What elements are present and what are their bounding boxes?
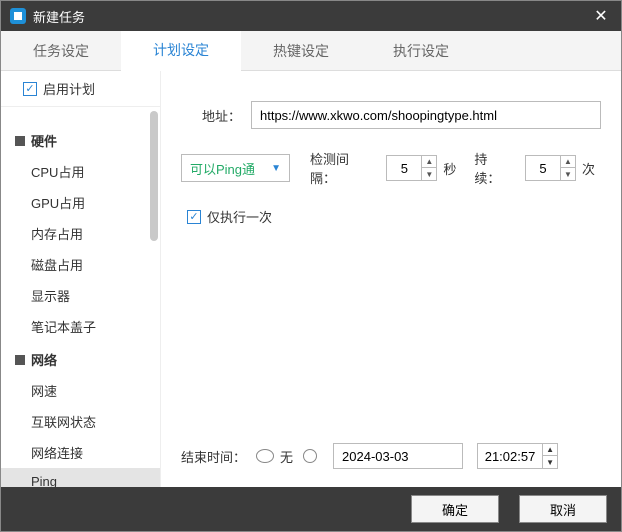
end-time-row: 结束时间： 无 ▲ ▼ xyxy=(181,443,601,469)
square-icon xyxy=(15,136,25,146)
spin-down-icon[interactable]: ▼ xyxy=(543,456,557,468)
options-row: 可以Ping通 ▼ 检测间隔： ▲ ▼ 秒 持续： xyxy=(181,149,601,187)
dialog-window: 新建任务 ✕ 任务设定 计划设定 热键设定 执行设定 ✓ 启用计划 硬件 CPU… xyxy=(0,0,622,532)
interval-spinner[interactable]: ▲ ▼ xyxy=(386,155,437,181)
ok-button[interactable]: 确定 xyxy=(411,495,499,523)
enable-plan-label: 启用计划 xyxy=(43,79,95,98)
sidebar-item-internet[interactable]: 互联网状态 xyxy=(1,406,160,437)
sidebar-item-gpu[interactable]: GPU占用 xyxy=(1,187,160,218)
tab-plan[interactable]: 计划设定 xyxy=(121,31,241,71)
chevron-down-icon: ▼ xyxy=(271,163,281,174)
group-hardware: 硬件 xyxy=(1,123,160,156)
mode-select[interactable]: 可以Ping通 ▼ xyxy=(181,154,290,182)
content-panel: 地址： 可以Ping通 ▼ 检测间隔： ▲ ▼ 秒 xyxy=(161,71,621,487)
close-icon[interactable]: ✕ xyxy=(589,4,613,28)
radio-none[interactable] xyxy=(256,449,274,463)
dialog-footer: 确定 取消 xyxy=(1,487,621,531)
interval-input[interactable] xyxy=(387,160,421,177)
tab-bar: 任务设定 计划设定 热键设定 执行设定 xyxy=(1,31,621,71)
app-logo-icon xyxy=(9,7,27,25)
sidebar-item-cpu[interactable]: CPU占用 xyxy=(1,156,160,187)
body: ✓ 启用计划 硬件 CPU占用 GPU占用 内存占用 磁盘占用 显示器 笔记本盖… xyxy=(1,71,621,487)
spin-up-icon[interactable]: ▲ xyxy=(543,444,557,456)
sidebar-item-speed[interactable]: 网速 xyxy=(1,375,160,406)
once-row[interactable]: ✓ 仅执行一次 xyxy=(187,207,601,226)
sidebar-item-ping[interactable]: Ping xyxy=(1,468,160,487)
end-date-input[interactable] xyxy=(333,443,463,469)
duration-unit: 次 xyxy=(582,159,595,178)
square-icon xyxy=(15,355,25,365)
sidebar-item-display[interactable]: 显示器 xyxy=(1,280,160,311)
tab-task[interactable]: 任务设定 xyxy=(1,31,121,70)
radio-none-label: 无 xyxy=(280,447,293,466)
radio-date[interactable] xyxy=(303,449,317,463)
sidebar-item-lid[interactable]: 笔记本盖子 xyxy=(1,311,160,342)
url-label: 地址： xyxy=(181,106,241,125)
mode-select-value: 可以Ping通 xyxy=(190,159,255,178)
once-label: 仅执行一次 xyxy=(207,207,272,226)
once-checkbox[interactable]: ✓ xyxy=(187,210,201,224)
url-input[interactable] xyxy=(251,101,601,129)
spin-down-icon[interactable]: ▼ xyxy=(422,168,436,180)
sidebar-item-disk[interactable]: 磁盘占用 xyxy=(1,249,160,280)
sidebar-item-conn[interactable]: 网络连接 xyxy=(1,437,160,468)
end-time-input[interactable] xyxy=(478,448,542,465)
spin-up-icon[interactable]: ▲ xyxy=(422,156,436,168)
url-row: 地址： xyxy=(181,101,601,129)
sidebar-list: 硬件 CPU占用 GPU占用 内存占用 磁盘占用 显示器 笔记本盖子 网络 网速… xyxy=(1,107,160,487)
duration-input[interactable] xyxy=(526,160,560,177)
tab-hotkey[interactable]: 热键设定 xyxy=(241,31,361,70)
end-time-label: 结束时间： xyxy=(181,447,246,466)
enable-plan-row[interactable]: ✓ 启用计划 xyxy=(1,71,160,107)
duration-label: 持续： xyxy=(474,149,513,187)
group-network: 网络 xyxy=(1,342,160,375)
titlebar: 新建任务 ✕ xyxy=(1,1,621,31)
enable-plan-checkbox[interactable]: ✓ xyxy=(23,82,37,96)
sidebar-item-mem[interactable]: 内存占用 xyxy=(1,218,160,249)
sidebar-cutoff xyxy=(1,111,160,123)
interval-unit: 秒 xyxy=(443,159,456,178)
spin-up-icon[interactable]: ▲ xyxy=(561,156,575,168)
end-time-spinner[interactable]: ▲ ▼ xyxy=(477,443,558,469)
interval-label: 检测间隔： xyxy=(310,149,374,187)
scrollbar-thumb[interactable] xyxy=(150,111,158,241)
group-hardware-label: 硬件 xyxy=(31,131,57,150)
window-title: 新建任务 xyxy=(33,7,589,26)
duration-spinner[interactable]: ▲ ▼ xyxy=(525,155,576,181)
tab-exec[interactable]: 执行设定 xyxy=(361,31,481,70)
cancel-button[interactable]: 取消 xyxy=(519,495,607,523)
group-network-label: 网络 xyxy=(31,350,57,369)
sidebar-panel: ✓ 启用计划 硬件 CPU占用 GPU占用 内存占用 磁盘占用 显示器 笔记本盖… xyxy=(1,71,161,487)
spin-down-icon[interactable]: ▼ xyxy=(561,168,575,180)
